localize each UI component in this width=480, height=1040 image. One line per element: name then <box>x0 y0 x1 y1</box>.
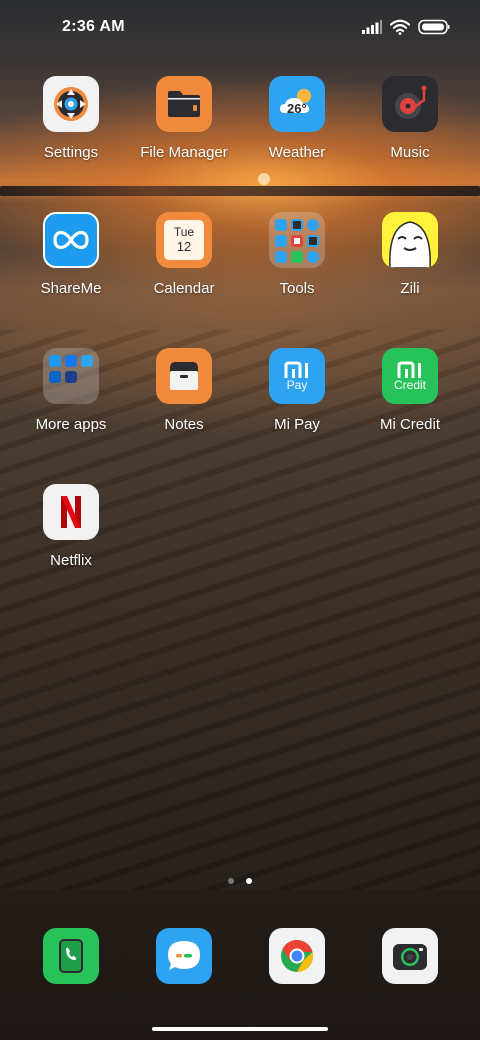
app-netflix[interactable]: Netflix <box>11 484 131 569</box>
app-label: Calendar <box>153 280 215 297</box>
mi-logo-icon <box>397 361 421 378</box>
mini-app-icon <box>307 235 319 247</box>
app-label: Music <box>390 144 430 161</box>
app-music[interactable]: Music <box>350 76 470 161</box>
camera-icon <box>382 928 438 984</box>
mini-app-icon <box>65 371 77 383</box>
app-calendar[interactable]: Tue 12 Calendar <box>124 212 244 297</box>
app-label: File Manager <box>140 144 228 161</box>
app-zili[interactable]: Zili <box>350 212 470 297</box>
app-mi-pay[interactable]: Pay Mi Pay <box>237 348 357 433</box>
chrome-icon <box>269 928 325 984</box>
mini-app-icon <box>81 355 93 367</box>
app-label: Weather <box>268 144 326 161</box>
page-indicator <box>0 878 480 884</box>
status-icons <box>362 19 450 35</box>
mini-app-icon <box>275 219 287 231</box>
weather-temperature: 26° <box>287 101 307 116</box>
app-folder-more-apps[interactable]: More apps <box>11 348 131 433</box>
app-label: ShareMe <box>40 280 102 297</box>
mi-logo-icon <box>284 361 308 378</box>
status-time: 2:36 AM <box>62 18 125 35</box>
app-file-manager[interactable]: File Manager <box>124 76 244 161</box>
mini-app-icon <box>275 251 287 263</box>
mini-app-icon <box>65 355 77 367</box>
app-mi-credit[interactable]: Credit Mi Credit <box>350 348 470 433</box>
mini-app-icon <box>291 219 303 231</box>
dock-camera[interactable] <box>350 928 470 984</box>
app-label: Settings <box>43 144 99 161</box>
wifi-icon <box>390 19 410 35</box>
page-dot-active[interactable] <box>246 878 252 884</box>
app-shareme[interactable]: ShareMe <box>11 212 131 297</box>
app-label: Mi Pay <box>274 416 320 433</box>
mi-pay-icon: Pay <box>269 348 325 404</box>
more-apps-folder-icon <box>43 348 99 404</box>
app-label: Zili <box>400 280 420 297</box>
app-weather[interactable]: 26° Weather <box>237 76 357 161</box>
wallpaper-horizon <box>0 186 480 196</box>
app-label: More apps <box>35 416 107 433</box>
mi-pay-sub-label: Pay <box>286 377 308 392</box>
status-bar: 2:36 AM <box>0 0 480 56</box>
mi-credit-icon: Credit <box>382 348 438 404</box>
home-indicator[interactable] <box>152 1027 328 1031</box>
app-label: Tools <box>279 280 315 297</box>
weather-icon: 26° <box>269 76 325 132</box>
dock-phone[interactable] <box>11 928 131 984</box>
app-settings[interactable]: Settings <box>11 76 131 161</box>
messaging-icon <box>156 928 212 984</box>
shareme-icon <box>43 212 99 268</box>
app-label: Notes <box>164 416 204 433</box>
wallpaper-sun <box>258 173 270 185</box>
app-label: Mi Credit <box>379 416 440 433</box>
mini-app-icon <box>291 251 303 263</box>
mini-app-icon <box>275 235 287 247</box>
mini-app-icon <box>49 371 61 383</box>
phone-icon <box>43 928 99 984</box>
calendar-day: Tue <box>173 225 195 239</box>
page-dot[interactable] <box>228 878 234 884</box>
app-label: Netflix <box>50 552 92 569</box>
tools-folder-icon <box>269 212 325 268</box>
dock-messaging[interactable] <box>124 928 244 984</box>
signal-icon <box>362 20 382 34</box>
mi-credit-sub-label: Credit <box>393 377 426 392</box>
app-notes[interactable]: Notes <box>124 348 244 433</box>
calendar-icon: Tue 12 <box>156 212 212 268</box>
netflix-icon <box>43 484 99 540</box>
mini-app-icon <box>291 235 303 247</box>
settings-icon <box>43 76 99 132</box>
zili-icon <box>382 212 438 268</box>
app-folder-tools[interactable]: Tools <box>237 212 357 297</box>
mini-app-icon <box>307 251 319 263</box>
music-icon <box>382 76 438 132</box>
mini-app-icon <box>307 219 319 231</box>
dock-chrome[interactable] <box>237 928 357 984</box>
battery-icon <box>418 19 450 35</box>
folder-icon <box>156 76 212 132</box>
calendar-date: 12 <box>176 239 192 254</box>
mini-app-icon <box>49 355 61 367</box>
notes-icon <box>156 348 212 404</box>
calendar-page: Tue 12 <box>164 220 204 260</box>
